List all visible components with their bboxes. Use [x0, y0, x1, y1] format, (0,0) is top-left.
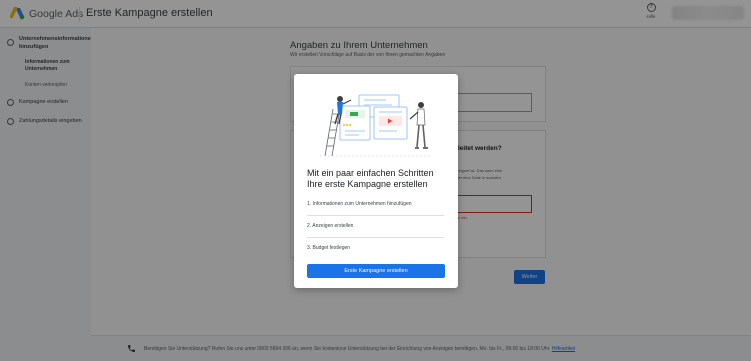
dialog-title: Mit ein paar einfachen Schritten Ihre er…	[307, 168, 434, 189]
dialog-step-business-info: 1. Informationen zum Unternehmen hinzufü…	[307, 201, 412, 207]
welcome-dialog: Mit ein paar einfachen Schritten Ihre er…	[294, 74, 458, 288]
onboarding-illustration	[320, 94, 432, 157]
dialog-divider	[307, 215, 444, 216]
dialog-divider	[307, 237, 444, 238]
create-first-campaign-button[interactable]: Erste Kampagne erstellen	[307, 264, 445, 278]
dialog-step-create-ads: 2. Anzeigen erstellen	[307, 223, 354, 229]
dialog-step-set-budget: 3. Budget festlegen	[307, 245, 351, 251]
